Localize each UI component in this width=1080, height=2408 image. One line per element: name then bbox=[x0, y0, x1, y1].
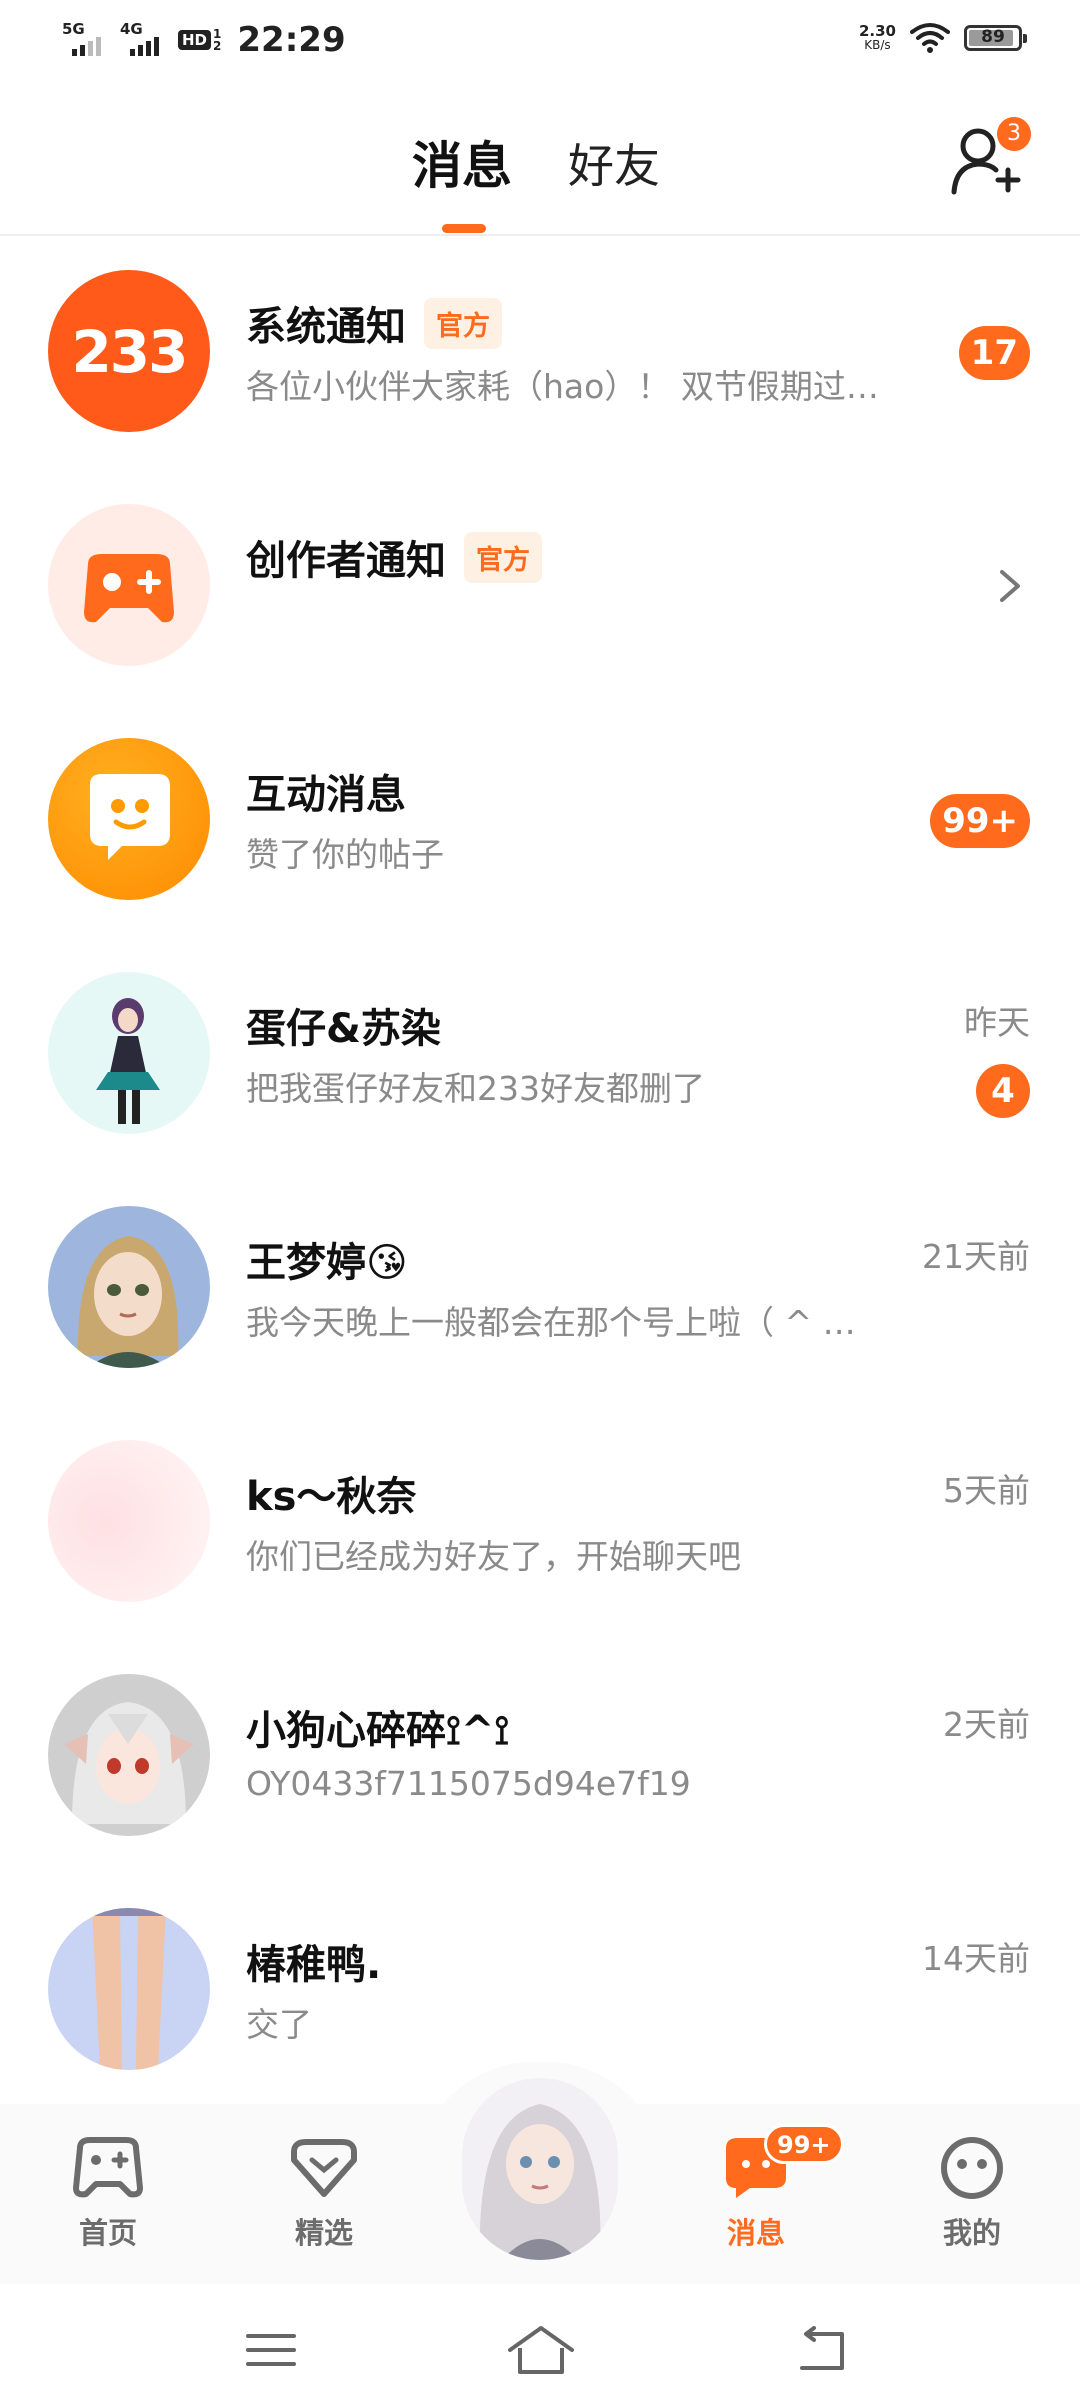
nav-home-label: 首页 bbox=[78, 2216, 137, 2250]
legs-avatar-image bbox=[88, 1908, 170, 2070]
bottom-navigation: 首页 精选 消息 99+ 我的 bbox=[0, 2062, 1080, 2284]
system-logo-text: 233 bbox=[71, 318, 188, 386]
unread-badge: 99+ bbox=[930, 794, 1030, 848]
nav-mine-label: 我的 bbox=[942, 2216, 1001, 2250]
character-avatar-image bbox=[462, 2078, 618, 2260]
list-item[interactable]: 小狗心碎碎⟟^⟟ OY0433f7115075d94e7f19 2天前 bbox=[0, 1640, 1080, 1874]
tab-messages[interactable]: 消息 bbox=[412, 126, 512, 198]
list-item[interactable]: 创作者通知 官方 bbox=[0, 470, 1080, 704]
battery-icon: 89 bbox=[964, 25, 1027, 51]
nav-messages-label: 消息 bbox=[726, 2216, 785, 2250]
signal-4g-icon: 4G bbox=[120, 20, 168, 60]
conversation-preview: 我今天晚上一般都会在那个号上啦（ ^ … bbox=[246, 1303, 856, 1342]
nav-messages-badge: 99+ bbox=[764, 2124, 844, 2164]
list-item[interactable]: 王梦婷😘 我今天晚上一般都会在那个号上啦（ ^ … 21天前 bbox=[0, 1172, 1080, 1406]
nav-mine[interactable]: 我的 bbox=[902, 2134, 1042, 2252]
conversation-name: 互动消息 bbox=[246, 772, 406, 818]
conversation-time: 21天前 bbox=[922, 1237, 1030, 1276]
conversation-preview: OY0433f7115075d94e7f19 bbox=[246, 1764, 691, 1803]
user-avatar bbox=[48, 1206, 210, 1368]
conversation-name: 椿稚鸭. bbox=[246, 1942, 382, 1988]
user-avatar bbox=[48, 1908, 210, 2070]
conversation-name: 创作者通知 bbox=[246, 538, 446, 584]
system-navigation bbox=[0, 2284, 1080, 2408]
conversation-time: 昨天 bbox=[964, 1003, 1030, 1042]
gamepad-icon bbox=[84, 554, 174, 623]
character-avatar-image bbox=[77, 1236, 179, 1368]
list-item[interactable]: ks～秋奈 你们已经成为好友了，开始聊天吧 5天前 bbox=[0, 1406, 1080, 1640]
conversation-list: 233 系统通知 官方 各位小伙伴大家耗（hao）！ 双节假期过… 17 创作者… bbox=[0, 236, 1080, 2108]
nav-avatar-center[interactable] bbox=[462, 2078, 618, 2260]
conversation-preview: 交了 bbox=[246, 2005, 312, 2044]
list-item[interactable]: 233 系统通知 官方 各位小伙伴大家耗（hao）！ 双节假期过… 17 bbox=[0, 236, 1080, 470]
gamepad-icon bbox=[73, 2137, 143, 2198]
list-item[interactable]: 互动消息 赞了你的帖子 99+ bbox=[0, 704, 1080, 938]
tab-friends[interactable]: 好友 bbox=[568, 130, 660, 196]
heart-box-icon bbox=[291, 2139, 357, 2197]
hd-voice-icon: HD 1 2 bbox=[178, 28, 221, 52]
user-avatar bbox=[48, 1440, 210, 1602]
clock: 22:29 bbox=[237, 20, 346, 60]
conversation-preview: 各位小伙伴大家耗（hao）！ 双节假期过… bbox=[246, 367, 879, 406]
conversation-preview: 你们已经成为好友了，开始聊天吧 bbox=[246, 1537, 741, 1576]
back-icon[interactable] bbox=[788, 2320, 858, 2380]
official-tag: 官方 bbox=[424, 297, 502, 349]
menu-icon[interactable] bbox=[236, 2320, 306, 2380]
wifi-icon bbox=[910, 23, 950, 53]
system-avatar: 233 bbox=[48, 270, 210, 432]
character-avatar-image bbox=[96, 998, 160, 1124]
conversation-name: 系统通知 bbox=[246, 304, 406, 350]
chat-face-icon bbox=[90, 774, 170, 860]
face-icon bbox=[941, 2137, 1003, 2199]
conversation-time: 2天前 bbox=[943, 1705, 1030, 1744]
conversation-name: 王梦婷😘 bbox=[246, 1240, 408, 1286]
home-icon[interactable] bbox=[506, 2320, 576, 2380]
status-bar: 5G 4G HD 1 2 22:29 2.30 KB/s 89 bbox=[0, 0, 1080, 80]
nav-home[interactable]: 首页 bbox=[38, 2134, 178, 2252]
conversation-name: 蛋仔&苏染 bbox=[246, 1006, 441, 1052]
chevron-right-icon[interactable] bbox=[990, 566, 1030, 606]
official-tag: 官方 bbox=[464, 531, 542, 583]
active-tab-indicator bbox=[442, 224, 486, 233]
top-header: 消息 好友 3 bbox=[0, 80, 1080, 236]
conversation-preview: 把我蛋仔好友和233好友都删了 bbox=[246, 1069, 705, 1108]
signal-5g-icon: 5G bbox=[62, 20, 110, 60]
user-avatar bbox=[48, 1674, 210, 1836]
interaction-avatar bbox=[48, 738, 210, 900]
conversation-name: ks～秋奈 bbox=[246, 1474, 417, 1520]
conversation-time: 14天前 bbox=[922, 1939, 1030, 1978]
conversation-name: 小狗心碎碎⟟^⟟ bbox=[246, 1708, 510, 1754]
conversation-preview: 赞了你的帖子 bbox=[246, 835, 444, 874]
nav-featured[interactable]: 精选 bbox=[254, 2134, 394, 2252]
unread-badge: 17 bbox=[958, 326, 1030, 380]
nav-featured-label: 精选 bbox=[294, 2216, 353, 2250]
add-friend-badge: 3 bbox=[994, 114, 1034, 154]
network-speed: 2.30 KB/s bbox=[858, 22, 896, 53]
creator-avatar bbox=[48, 504, 210, 666]
status-left: 5G 4G HD 1 2 22:29 bbox=[62, 18, 346, 62]
user-avatar bbox=[48, 972, 210, 1134]
list-item[interactable]: 蛋仔&苏染 把我蛋仔好友和233好友都删了 昨天 4 bbox=[0, 938, 1080, 1172]
character-avatar-image bbox=[64, 1702, 194, 1824]
unread-badge: 4 bbox=[976, 1064, 1030, 1118]
status-right: 2.30 KB/s 89 bbox=[858, 22, 1027, 54]
conversation-time: 5天前 bbox=[943, 1471, 1030, 1510]
